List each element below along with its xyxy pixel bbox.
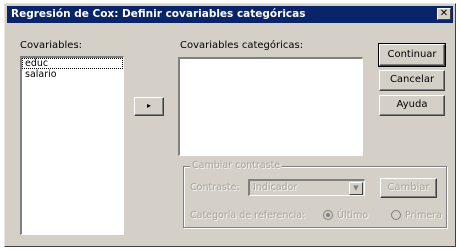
continue-button[interactable]: Continuar [378, 43, 446, 67]
change-button[interactable]: Cambiar [380, 178, 437, 198]
change-contrast-legend: Cambiar contraste [190, 160, 283, 171]
list-item[interactable]: educ [22, 58, 123, 69]
define-categorical-covariates-dialog: Regresión de Cox: Definir covariables ca… [4, 3, 456, 247]
dialog-title: Regresión de Cox: Definir covariables ca… [11, 8, 306, 20]
contrast-label: Contraste: [190, 182, 240, 193]
chevron-down-icon[interactable]: ▼ [349, 182, 363, 195]
list-item[interactable]: salario [22, 69, 123, 80]
radio-selected-dot [326, 213, 330, 217]
help-button[interactable]: Ayuda [379, 95, 445, 116]
move-to-categorical-button[interactable]: ▸ [134, 97, 164, 116]
radio-last-label: Último [337, 210, 369, 221]
radio-first-label: Primera [405, 210, 442, 221]
close-icon[interactable]: ✕ [437, 8, 451, 20]
arrow-right-icon: ▸ [146, 101, 151, 110]
categorical-covariables-listbox[interactable] [178, 57, 363, 156]
cancel-button[interactable]: Cancelar [379, 70, 445, 91]
title-bar[interactable]: Regresión de Cox: Definir covariables ca… [7, 6, 453, 23]
contrast-dropdown-value: Indicador [253, 182, 298, 193]
covariables-listbox[interactable]: educ salario [20, 56, 124, 235]
reference-category-label: Categoría de referencia: [190, 210, 306, 221]
covariables-label: Covariables: [20, 40, 83, 51]
categorical-covariables-label: Covariables categóricas: [180, 40, 304, 51]
radio-last[interactable] [323, 210, 333, 220]
contrast-dropdown[interactable]: Indicador ▼ [248, 179, 365, 196]
radio-first[interactable] [391, 210, 401, 220]
